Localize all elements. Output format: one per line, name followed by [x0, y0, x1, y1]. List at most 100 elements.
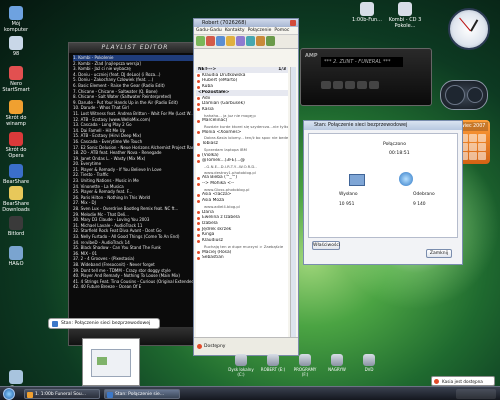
system-tray[interactable] — [456, 389, 496, 399]
sent-value: 10 951 — [339, 202, 355, 207]
gadu-menu-bar: Gadu-Gadu Kontakty Połączenie Pomoc — [194, 27, 298, 35]
computer-icon — [9, 6, 23, 20]
gadu-notification-popup[interactable]: Kasia jest dostępna — [431, 376, 495, 386]
desktop-icon-8[interactable]: HA&O — [2, 246, 30, 267]
status-flower-icon — [197, 222, 200, 226]
drive-shortcut-2[interactable]: PROGRAMY (F:) — [290, 354, 320, 377]
contact-text: Kasia — [202, 106, 214, 112]
status-flower-icon — [197, 159, 200, 163]
toolbar-button-5[interactable] — [246, 36, 255, 46]
contact-text: Izabela — [202, 220, 218, 226]
popup-text: Kasia jest dostępna — [442, 379, 483, 384]
contact-text: Sprzedam laptopa IBM — [204, 146, 247, 152]
winamp-transport-controls[interactable] — [321, 81, 379, 89]
sent-label: Wysłano — [339, 192, 358, 197]
toolbar-button-3[interactable] — [226, 36, 235, 46]
drive-icon — [267, 354, 279, 366]
desktop-icon-3[interactable]: Skrót do winamp — [2, 100, 30, 127]
menu-gadu-gadu[interactable]: Gadu-Gadu — [196, 27, 222, 34]
desktop-icon-0[interactable]: Mój komputer — [2, 6, 30, 33]
drive-shortcut-3[interactable]: NAGRYW — [322, 354, 352, 372]
playlist-track-list[interactable]: 1. Kombi - Pokolenie 2. Kombi - Zlad [naj… — [73, 55, 199, 325]
contact-text: Maciej (Rosa) — [202, 249, 232, 255]
drive-label: PROGRAMY (F:) — [293, 367, 317, 377]
status-selector[interactable]: Dostępny — [194, 337, 298, 355]
playlist-track[interactable]: 42. 40 Future Breeze - Ocean Of E — [73, 284, 199, 290]
desktop-icon-label: Bitlord — [7, 231, 25, 237]
toolbar-button-4[interactable] — [236, 36, 245, 46]
contact-text: Klaudia Drutkowska — [202, 72, 246, 78]
connection-time: 00:18:51 — [389, 151, 410, 156]
contact-text: Marcelinac) — [202, 118, 228, 124]
status-flower-icon — [197, 85, 200, 89]
next-button[interactable] — [369, 81, 379, 89]
taskbar: 1. 1:00b Funeral Sou... Stan: Połączenie… — [0, 386, 500, 400]
contact-list-scrollbar[interactable] — [290, 67, 296, 337]
winamp-icon — [27, 391, 33, 398]
drive-icon — [299, 354, 311, 366]
drive-label: NAGRYW — [328, 367, 346, 372]
gauge-dial-right — [467, 87, 483, 103]
contact-text: Jędrek skrzek — [202, 226, 232, 232]
cpu-gauge-gadget[interactable] — [440, 80, 488, 110]
contact-text: Sebastian — [202, 255, 224, 261]
contact-item[interactable]: Sebastian — [196, 255, 288, 261]
desktop-icon-top-1[interactable]: 1:00b-Fun... — [352, 2, 382, 23]
contact-text: Ala Bieba (^_^) — [202, 175, 238, 181]
play-button[interactable] — [333, 81, 343, 89]
contact-text: Asia Moza — [202, 198, 225, 204]
dialog-title: Stan: Połączenie sieci bezprzewodowej — [304, 121, 462, 130]
close-icon[interactable] — [290, 20, 296, 26]
winamp-brand: AMP — [305, 53, 318, 59]
desktop-icon-label: Skrót do winamp — [5, 115, 27, 127]
wifi-status-tooltip[interactable]: Stan: Połączenie sieci bezprzewodowej — [48, 318, 160, 329]
drive-shortcut-4[interactable]: DVD — [354, 354, 384, 372]
stop-button[interactable] — [357, 81, 367, 89]
taskbar-thumbnail-preview[interactable] — [82, 338, 140, 386]
desktop-icon-label: 98 — [12, 51, 20, 57]
contact-text: www.adiel4.blog.pl — [204, 203, 240, 209]
desktop-icon-4[interactable]: Skrót do Opera — [2, 132, 30, 159]
toolbar-button-0[interactable] — [196, 36, 205, 46]
contact-text: Kuba — [202, 84, 213, 90]
drive-shortcut-1[interactable]: ROBERT (E:) — [258, 354, 288, 372]
desktop-icon-6[interactable]: BearShare Downloads — [2, 186, 30, 213]
status-flower-icon — [197, 102, 200, 106]
desktop-icon-7[interactable]: Bitlord — [2, 216, 30, 237]
status-flower-icon — [197, 233, 200, 237]
winamp-track-display: *** 2. ZUNT - FUNERAL *** — [321, 57, 403, 67]
winamp-player[interactable]: AMP *** 2. ZUNT - FUNERAL *** — [300, 48, 432, 106]
desktop-icon-5[interactable]: BearShare — [2, 164, 30, 185]
recycle-bin-icon — [9, 36, 23, 50]
toolbar-button-2[interactable] — [216, 36, 225, 46]
flower-icon — [434, 379, 439, 384]
drive-label: DVD — [364, 367, 374, 372]
toolbar-button-7[interactable] — [266, 36, 275, 46]
gadu-gadu-window[interactable]: Robert (7026268) Gadu-Gadu Kontakty Połą… — [193, 18, 299, 356]
properties-button[interactable]: Właściwości — [312, 241, 340, 250]
toolbar-button-6[interactable] — [256, 36, 265, 46]
start-button[interactable] — [3, 388, 15, 400]
status-flower-icon — [197, 97, 200, 101]
playlist-track[interactable]: 11. Lost Witness feat. Andrea Britton - … — [73, 111, 199, 117]
toolbar-button-1[interactable] — [206, 36, 215, 46]
playlist-editor-window[interactable]: PLAYLIST EDITOR 1. Kombi - Pokolenie 2. K… — [68, 42, 202, 346]
clock-gadget[interactable] — [448, 8, 490, 50]
contact-list[interactable]: NET---> 1/3 Klaudia Drutkowska Hubert (eM… — [196, 67, 288, 337]
menu-kontakty[interactable]: Kontakty — [225, 27, 245, 34]
taskbar-button-winamp[interactable]: 1. 1:00b Funeral Sou... — [24, 389, 100, 399]
network-status-dialog[interactable]: Stan: Połączenie sieci bezprzewodowej Po… — [303, 120, 463, 265]
contact-text: www.Gloss.photoblog.pl — [204, 186, 250, 192]
previous-button[interactable] — [321, 81, 331, 89]
desktop-icon-label: Skrót do Opera — [5, 147, 27, 159]
drive-shortcut-0[interactable]: Dysk lokalny (C:) — [226, 354, 256, 377]
menu-polaczenie[interactable]: Połączenie — [248, 27, 272, 34]
desktop-icon-top-2[interactable]: Kombi - CD 3 Pokole... — [388, 2, 422, 29]
drive-label: Dysk lokalny (C:) — [228, 367, 254, 377]
menu-pomoc[interactable]: Pomoc — [274, 27, 289, 34]
desktop-icon-1[interactable]: 98 — [2, 36, 30, 57]
desktop-icon-2[interactable]: Nero StartSmart — [2, 66, 30, 93]
taskbar-button-network-status[interactable]: Stan: Połączenie sie... — [104, 389, 180, 399]
pause-button[interactable] — [345, 81, 355, 89]
close-button[interactable]: Zamknij — [426, 249, 452, 258]
